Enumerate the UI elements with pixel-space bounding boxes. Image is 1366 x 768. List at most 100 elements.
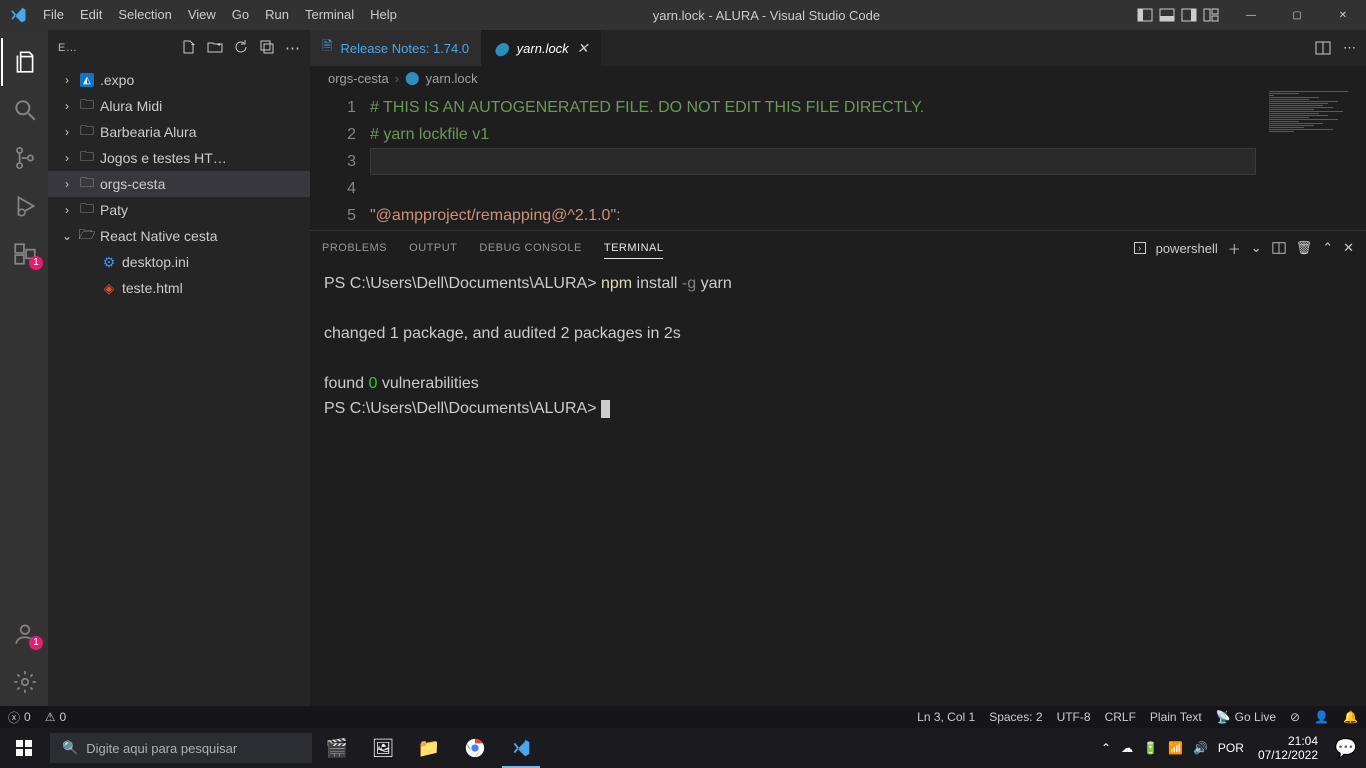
new-terminal-icon[interactable]: ＋	[1228, 239, 1241, 258]
status-encoding[interactable]: UTF-8	[1057, 710, 1091, 724]
refresh-icon[interactable]	[233, 39, 249, 57]
status-go-live[interactable]: 📡 Go Live	[1216, 710, 1276, 724]
taskbar-app-clipchamp[interactable]: 🎬	[314, 728, 360, 768]
breadcrumbs[interactable]: orgs-cesta› ⬤ yarn.lock	[310, 66, 1366, 90]
tree-item-barbearia[interactable]: ›🗀Barbearia Alura	[48, 119, 310, 145]
tab-problems[interactable]: PROBLEMS	[322, 242, 387, 254]
tab-output[interactable]: OUTPUT	[409, 242, 457, 254]
split-terminal-icon[interactable]	[1272, 241, 1286, 255]
extensions-badge: 1	[29, 256, 43, 270]
tree-item-teste-html[interactable]: ◈teste.html	[48, 275, 310, 301]
kill-terminal-icon[interactable]: 🗑	[1296, 240, 1313, 256]
status-bell-icon[interactable]: 🔔	[1343, 710, 1358, 724]
vscode-logo-icon	[0, 6, 35, 24]
menu-go[interactable]: Go	[224, 0, 257, 30]
more-actions-icon[interactable]: ⋯	[1343, 40, 1356, 56]
customize-layout-icon[interactable]	[1202, 6, 1220, 24]
taskbar-app-explorer[interactable]: 📁	[406, 728, 452, 768]
accounts-badge: 1	[29, 636, 43, 650]
toggle-panel-icon[interactable]	[1158, 6, 1176, 24]
tree-item-react-native[interactable]: ⌄🗁React Native cesta	[48, 223, 310, 249]
maximize-panel-icon[interactable]: ⌃	[1322, 240, 1333, 256]
folder-icon: 🗀	[78, 198, 96, 222]
taskbar-app-photos[interactable]: 🖼	[360, 728, 406, 768]
settings-gear-icon[interactable]	[1, 658, 49, 706]
start-button[interactable]	[0, 728, 48, 768]
tray-onedrive-icon[interactable]: ☁	[1121, 741, 1133, 755]
toggle-secondary-sidebar-icon[interactable]	[1180, 6, 1198, 24]
menu-help[interactable]: Help	[362, 0, 405, 30]
status-eol[interactable]: CRLF	[1105, 710, 1136, 724]
menu-edit[interactable]: Edit	[72, 0, 110, 30]
taskbar-search[interactable]: 🔍 Digite aqui para pesquisar	[50, 733, 312, 763]
tray-battery-icon[interactable]: 🔋	[1143, 741, 1158, 755]
search-icon[interactable]	[1, 86, 49, 134]
status-feedback-icon[interactable]: 👤	[1314, 710, 1329, 724]
collapse-all-icon[interactable]	[259, 39, 275, 57]
editor[interactable]: 12345 # THIS IS AN AUTOGENERATED FILE. D…	[310, 90, 1366, 230]
file-icon: 🗎	[322, 37, 332, 59]
tree-item-expo[interactable]: ›◭.expo	[48, 67, 310, 93]
menu-file[interactable]: File	[35, 0, 72, 30]
window-controls: ― ▢ ✕	[1228, 0, 1366, 30]
tab-close-icon[interactable]: ✕	[577, 40, 589, 57]
accounts-icon[interactable]: 1	[1, 610, 49, 658]
menu-view[interactable]: View	[180, 0, 224, 30]
tab-release-notes[interactable]: 🗎 Release Notes: 1.74.0	[310, 30, 482, 66]
taskbar-app-vscode[interactable]	[498, 728, 544, 768]
terminal-shell-label[interactable]: powershell	[1156, 241, 1218, 256]
minimize-button[interactable]: ―	[1228, 0, 1274, 30]
close-button[interactable]: ✕	[1320, 0, 1366, 30]
tray-volume-icon[interactable]: 🔊	[1193, 741, 1208, 755]
status-errors[interactable]: ⓧ 0	[8, 709, 31, 726]
tab-debug-console[interactable]: DEBUG CONSOLE	[479, 242, 581, 254]
run-debug-icon[interactable]	[1, 182, 49, 230]
more-icon[interactable]: ⋯	[285, 39, 300, 57]
system-tray[interactable]: ⌃ ☁ 🔋 📶 🔊 POR	[1095, 741, 1250, 755]
window-title: yarn.lock - ALURA - Visual Studio Code	[405, 8, 1128, 23]
toggle-primary-sidebar-icon[interactable]	[1136, 6, 1154, 24]
explorer-sidebar: E… ⋯ ›◭.expo ›🗀Alura Midi ›🗀Barbearia Al…	[48, 30, 310, 706]
tree-item-desktop-ini[interactable]: ⚙desktop.ini	[48, 249, 310, 275]
tray-language[interactable]: POR	[1218, 741, 1244, 755]
maximize-button[interactable]: ▢	[1274, 0, 1320, 30]
folder-icon: 🗀	[78, 146, 96, 170]
split-editor-icon[interactable]	[1315, 40, 1331, 56]
folder-icon: 🗀	[78, 120, 96, 144]
extensions-icon[interactable]: 1	[1, 230, 49, 278]
terminal-dropdown-icon[interactable]: ⌄	[1251, 240, 1262, 256]
terminal-content[interactable]: PS C:\Users\Dell\Documents\ALURA> npm in…	[310, 265, 1366, 706]
source-control-icon[interactable]	[1, 134, 49, 182]
tab-yarn-lock[interactable]: ⬤ yarn.lock ✕	[482, 30, 601, 66]
tree-item-paty[interactable]: ›🗀Paty	[48, 197, 310, 223]
editor-tabs: 🗎 Release Notes: 1.74.0 ⬤ yarn.lock ✕ ⋯	[310, 30, 1366, 66]
menu-terminal[interactable]: Terminal	[297, 0, 362, 30]
close-panel-icon[interactable]: ✕	[1343, 240, 1354, 256]
notifications-icon[interactable]: 💬	[1326, 728, 1366, 768]
tray-chevron-icon[interactable]: ⌃	[1101, 741, 1111, 755]
status-sync-off-icon[interactable]: ⊘	[1290, 710, 1300, 724]
menu-run[interactable]: Run	[257, 0, 297, 30]
terminal-profile-icon[interactable]: ›	[1134, 242, 1146, 254]
status-indent[interactable]: Spaces: 2	[989, 710, 1042, 724]
tree-item-alura-midi[interactable]: ›🗀Alura Midi	[48, 93, 310, 119]
sidebar-header: E… ⋯	[48, 30, 310, 65]
menu-selection[interactable]: Selection	[110, 0, 179, 30]
tree-item-orgs-cesta[interactable]: ›🗀orgs-cesta	[48, 171, 310, 197]
taskbar-clock[interactable]: 21:04 07/12/2022	[1250, 734, 1326, 762]
tree-item-jogos[interactable]: ›🗀Jogos e testes HT…	[48, 145, 310, 171]
minimap[interactable]	[1266, 90, 1366, 230]
tray-wifi-icon[interactable]: 📶	[1168, 741, 1183, 755]
status-language[interactable]: Plain Text	[1150, 710, 1202, 724]
current-line	[370, 148, 1256, 175]
status-warnings[interactable]: ⚠ 0	[45, 710, 66, 724]
taskbar-app-chrome[interactable]	[452, 728, 498, 768]
folder-icon: 🗀	[78, 94, 96, 118]
windows-taskbar: 🔍 Digite aqui para pesquisar 🎬 🖼 📁 ⌃ ☁ 🔋…	[0, 728, 1366, 768]
tab-terminal[interactable]: TERMINAL	[604, 242, 664, 259]
explorer-icon[interactable]	[1, 38, 49, 86]
status-cursor-pos[interactable]: Ln 3, Col 1	[917, 710, 975, 724]
new-file-icon[interactable]	[181, 39, 197, 57]
new-folder-icon[interactable]	[207, 39, 223, 57]
panel: PROBLEMS OUTPUT DEBUG CONSOLE TERMINAL ›…	[310, 230, 1366, 706]
